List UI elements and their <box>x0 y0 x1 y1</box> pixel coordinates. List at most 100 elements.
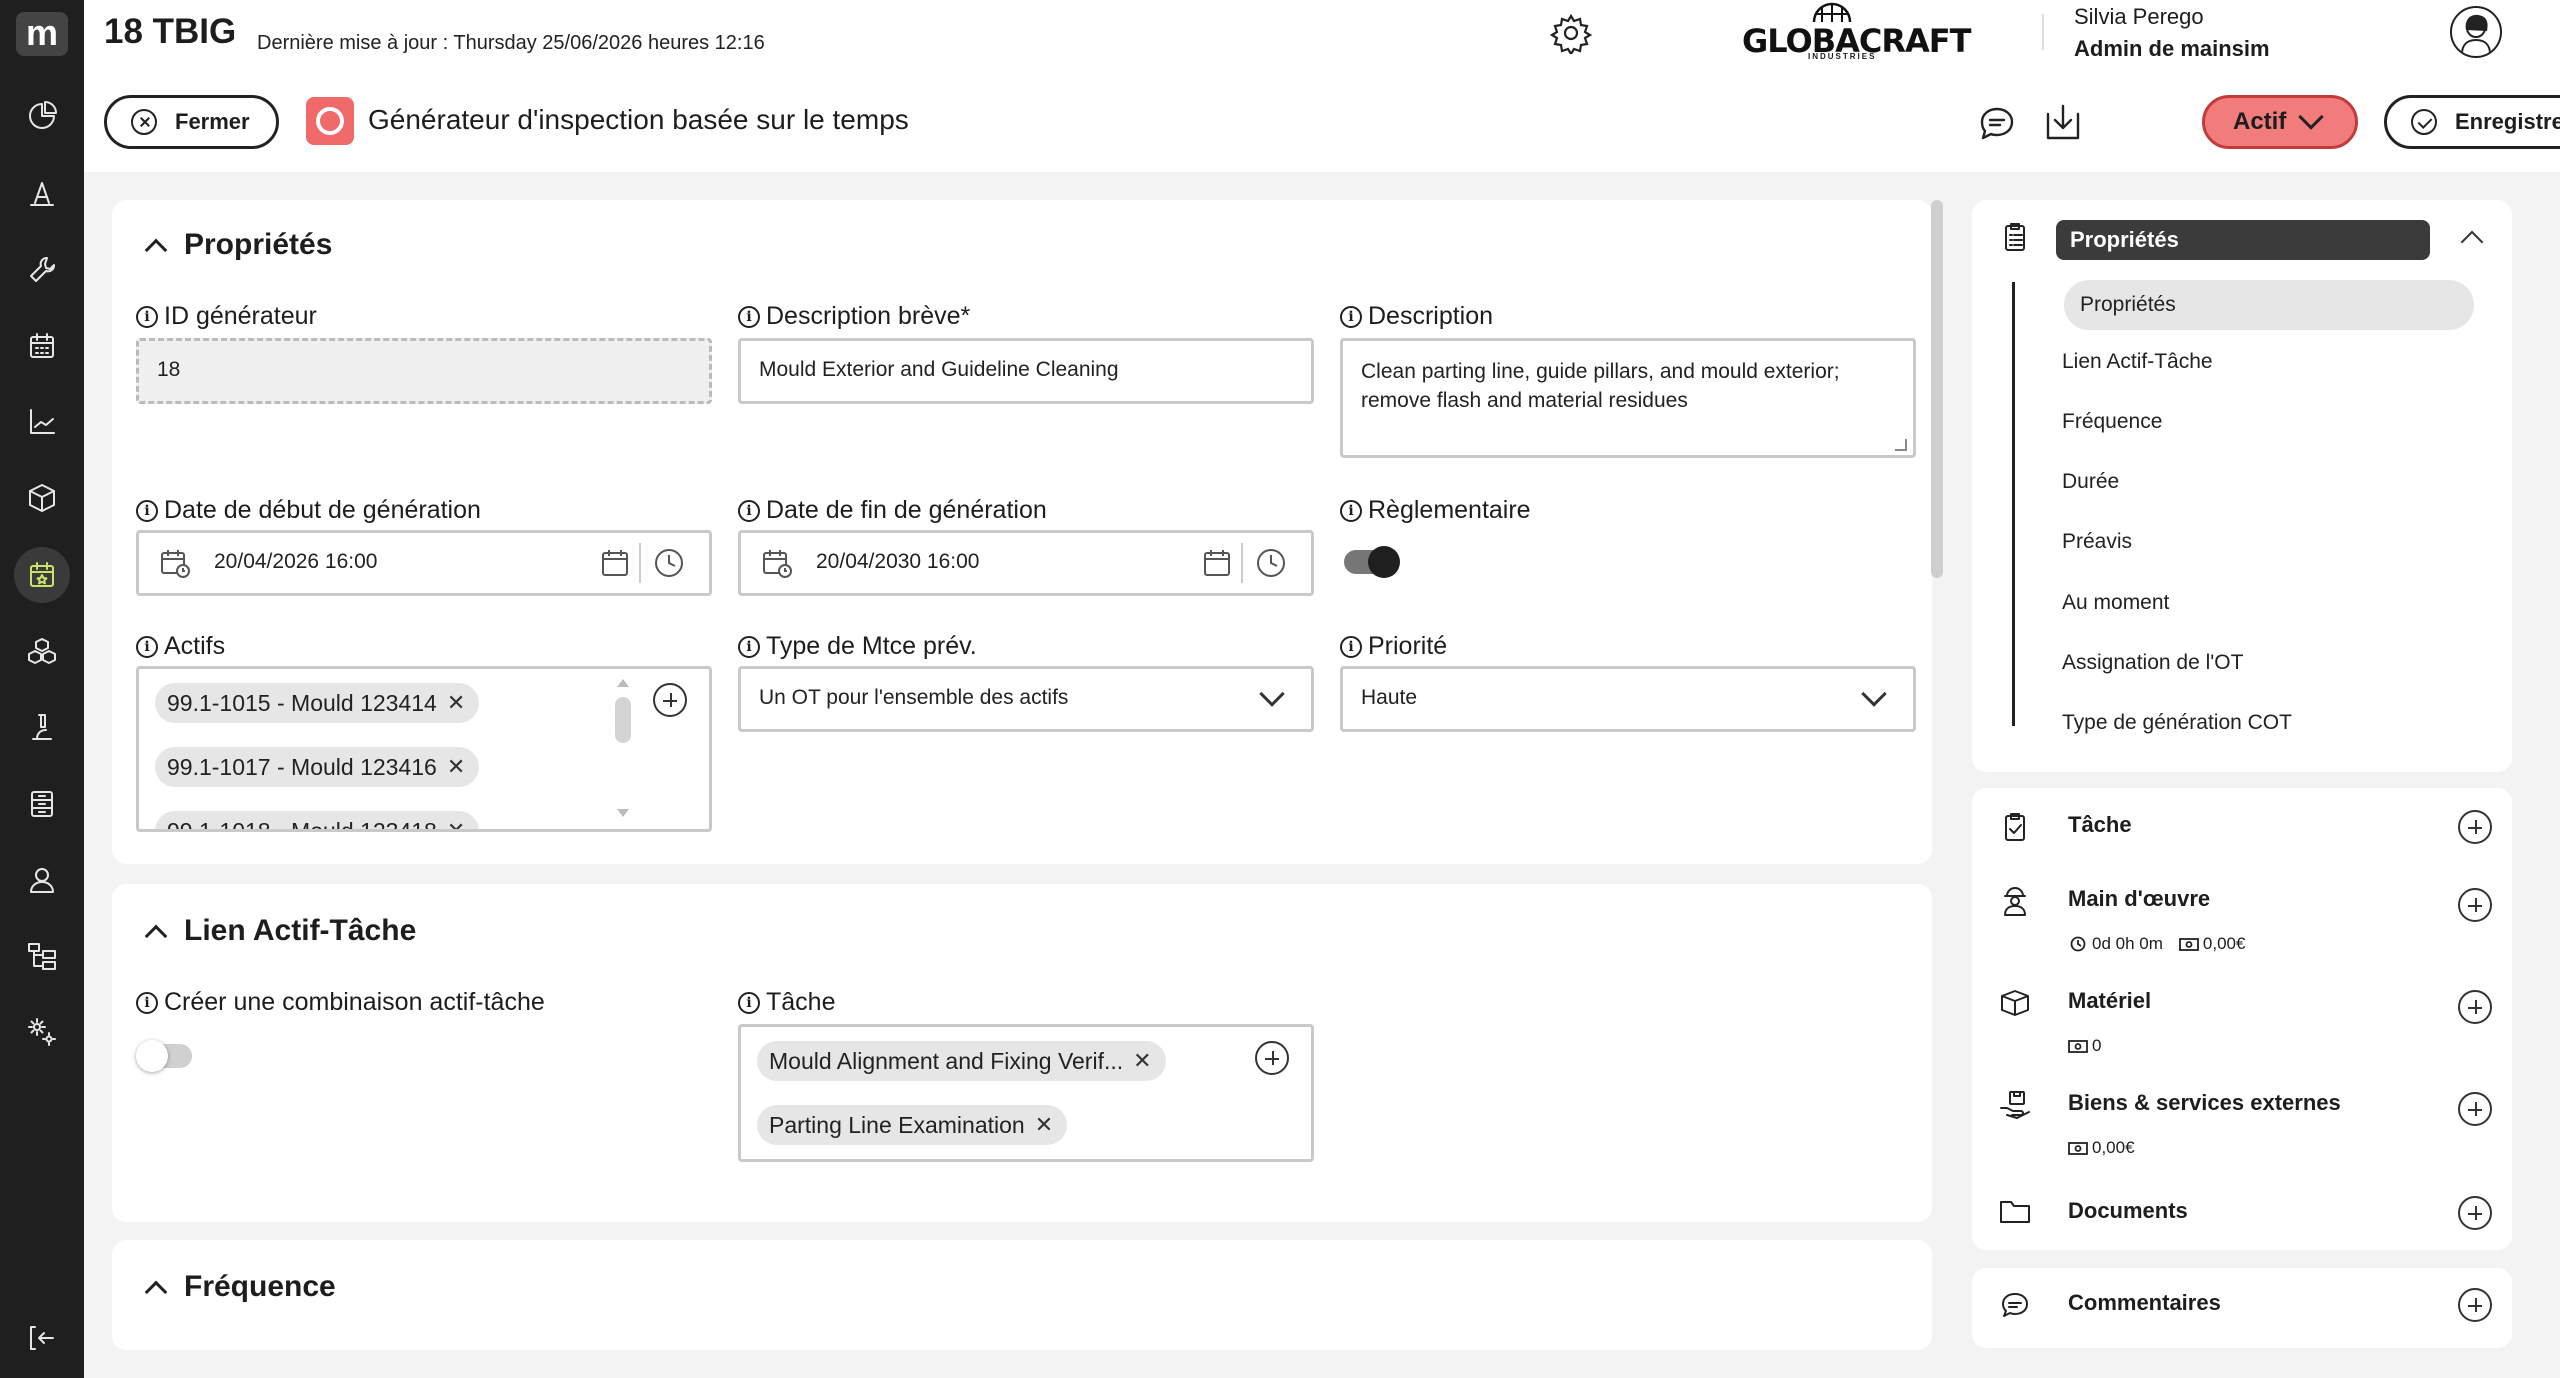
section-header-frequence[interactable]: Fréquence <box>144 1270 336 1304</box>
rp-nav-preavis[interactable]: Préavis <box>2062 530 2132 554</box>
description-textarea[interactable]: Clean parting line, guide pillars, and m… <box>1340 338 1916 458</box>
hierarchy-icon[interactable] <box>14 928 70 984</box>
priority-select[interactable]: Haute <box>1340 666 1916 732</box>
rp-nav-assignation[interactable]: Assignation de l'OT <box>2062 651 2243 675</box>
task-chip[interactable]: Mould Alignment and Fixing Verif... ✕ <box>757 1041 1166 1081</box>
short-description-label: i Description brève* <box>738 302 970 331</box>
section-title: Fréquence <box>184 1270 336 1303</box>
asset-chip[interactable]: 99.1-1017 - Mould 123416 ✕ <box>155 747 480 787</box>
avatar[interactable] <box>2450 6 2502 58</box>
right-comments-panel: Commentaires <box>1972 1268 2512 1348</box>
logout-icon[interactable] <box>14 1310 70 1366</box>
add-asset-icon[interactable] <box>653 683 687 717</box>
scroll-down-icon[interactable] <box>617 809 629 817</box>
add-task-icon[interactable] <box>1255 1041 1289 1075</box>
settings-icon[interactable] <box>14 1004 70 1060</box>
mainsim-logo[interactable]: m <box>16 12 68 56</box>
add-external-service-icon[interactable] <box>2458 1092 2492 1126</box>
material-cost: 0 <box>2092 1036 2102 1055</box>
main-scrollbar[interactable] <box>1931 200 1943 578</box>
end-date-field[interactable]: 20/04/2030 16:00 <box>738 530 1314 596</box>
info-icon: i <box>136 305 158 328</box>
save-button[interactable]: Enregistrer <box>2384 95 2560 149</box>
money-icon <box>2068 1038 2088 1054</box>
calendar-icon[interactable] <box>599 547 631 579</box>
start-date-field[interactable]: 20/04/2026 16:00 <box>136 530 712 596</box>
remove-icon[interactable]: ✕ <box>1133 1048 1151 1074</box>
comments-title: Commentaires <box>2068 1290 2221 1315</box>
remove-icon[interactable]: ✕ <box>1035 1112 1053 1138</box>
right-resources-panel: Tâche Main d'œuvre 0d 0h 0m 0,00€ Matéri… <box>1972 788 2512 1250</box>
calendar-icon[interactable] <box>1201 547 1233 579</box>
add-document-icon[interactable] <box>2458 1196 2492 1230</box>
rp-nav-proprietes[interactable]: Propriétés <box>2064 280 2474 330</box>
pm-type-label: i Type de Mtce prév. <box>738 632 977 661</box>
labor-summary: 0d 0h 0m 0,00€ <box>2068 934 2245 954</box>
status-label: Actif <box>2233 108 2287 135</box>
assets-scrollbar[interactable] <box>615 697 631 743</box>
remove-icon[interactable]: ✕ <box>447 690 465 716</box>
close-button[interactable]: Fermer <box>104 95 279 149</box>
clock-icon[interactable] <box>1255 547 1287 579</box>
status-dropdown[interactable]: Actif <box>2202 95 2358 149</box>
task-label: i Tâche <box>738 988 835 1017</box>
section-proprietes: Propriétés i ID générateur 18 i Descriptio… <box>112 200 1932 864</box>
work-orders-icon[interactable] <box>14 166 70 222</box>
section-header-proprietes[interactable]: Propriétés <box>144 228 332 262</box>
comment-icon <box>1998 1288 2032 1322</box>
regulatory-toggle[interactable] <box>1344 546 1400 578</box>
add-labor-icon[interactable] <box>2458 888 2492 922</box>
info-icon: i <box>1340 499 1362 522</box>
task-chip[interactable]: Parting Line Examination ✕ <box>757 1105 1068 1145</box>
maintenance-icon[interactable] <box>14 242 70 298</box>
reports-icon[interactable] <box>14 394 70 450</box>
short-description-field[interactable]: Mould Exterior and Guideline Cleaning <box>738 338 1314 404</box>
calendar-clock-icon <box>761 547 793 579</box>
top-bar: 18 TBIG Dernière mise à jour : Thursday … <box>84 0 2560 172</box>
chat-icon[interactable] <box>1974 100 2020 146</box>
task-multiselect[interactable]: Mould Alignment and Fixing Verif... ✕ Par… <box>738 1024 1314 1162</box>
dashboard-icon[interactable] <box>14 88 70 144</box>
inventory-icon[interactable] <box>14 624 70 680</box>
left-navigation: m <box>0 0 84 1378</box>
right-properties-nav: Propriétés Propriétés Lien Actif-Tâche F… <box>1972 200 2512 772</box>
scroll-up-icon[interactable] <box>617 679 629 687</box>
remove-icon[interactable]: ✕ <box>447 754 465 780</box>
users-icon[interactable] <box>14 852 70 908</box>
asset-code: 18 TBIG <box>104 12 237 51</box>
combo-toggle[interactable] <box>136 1040 192 1072</box>
rp-nav-duree[interactable]: Durée <box>2062 470 2119 494</box>
priority-label: i Priorité <box>1340 632 1447 661</box>
assets-multiselect[interactable]: 99.1-1015 - Mould 123414 ✕ 99.1-1017 - Mo… <box>136 666 712 832</box>
documents-icon[interactable] <box>14 776 70 832</box>
remove-icon[interactable]: ✕ <box>447 818 465 829</box>
add-task-icon[interactable] <box>2458 810 2492 844</box>
info-icon: i <box>738 305 760 328</box>
resize-handle-icon[interactable] <box>1895 439 1907 451</box>
rp-nav-type-generation[interactable]: Type de génération COT <box>2062 711 2292 735</box>
assets-icon[interactable] <box>14 470 70 526</box>
labor-title: Main d'œuvre <box>2068 886 2211 911</box>
asset-chip[interactable]: 99.1-1015 - Mould 123414 ✕ <box>155 683 480 723</box>
lab-icon[interactable] <box>14 700 70 756</box>
download-icon[interactable] <box>2040 100 2086 146</box>
section-header-lien[interactable]: Lien Actif-Tâche <box>144 914 417 948</box>
add-comment-icon[interactable] <box>2458 1288 2492 1322</box>
gear-icon[interactable] <box>1549 12 1593 57</box>
asset-chip[interactable]: 99.1-1018 - Mould 123418 ✕ <box>155 811 480 829</box>
section-title: Lien Actif-Tâche <box>184 914 417 947</box>
globe-icon <box>1812 2 1852 22</box>
calendar-icon[interactable] <box>14 318 70 374</box>
add-material-icon[interactable] <box>2458 990 2492 1024</box>
chevron-up-icon <box>144 1280 168 1304</box>
properties-header[interactable]: Propriétés <box>2056 220 2430 260</box>
pm-type-select[interactable]: Un OT pour l'ensemble des actifs <box>738 666 1314 732</box>
chevron-up-icon[interactable] <box>2460 230 2484 254</box>
clock-icon[interactable] <box>653 547 685 579</box>
rp-nav-frequence[interactable]: Fréquence <box>2062 410 2162 434</box>
save-button-label: Enregistrer <box>2455 109 2560 134</box>
rp-nav-lien[interactable]: Lien Actif-Tâche <box>2062 350 2213 374</box>
rp-nav-au-moment[interactable]: Au moment <box>2062 591 2169 615</box>
user-name: Silvia Perego <box>2074 4 2204 29</box>
scheduler-icon[interactable] <box>14 547 70 603</box>
